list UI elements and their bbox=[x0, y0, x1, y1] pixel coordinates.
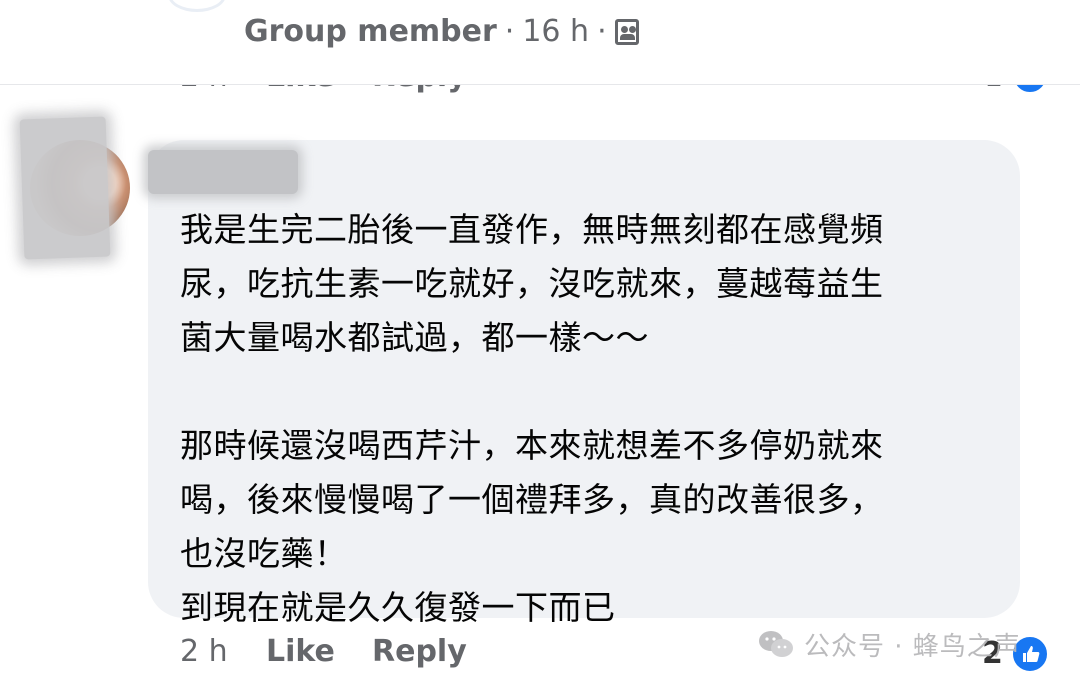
previous-comment-actions: 2 h Like Reply 1 bbox=[0, 85, 1080, 99]
poster-avatar[interactable] bbox=[168, 0, 226, 12]
like-button[interactable]: Like bbox=[266, 630, 335, 674]
comment-body: 我是生完二胎後一直發作，無時無刻都在感覺頻 尿，吃抗生素一吃就好，沒吃就來，蔓越… bbox=[180, 210, 884, 627]
meta-separator: · bbox=[504, 14, 515, 49]
comment-time[interactable]: 2 h bbox=[180, 630, 228, 674]
post-time[interactable]: 16 h bbox=[522, 12, 589, 52]
member-role: Group member bbox=[244, 14, 497, 49]
previous-like-button[interactable]: Like bbox=[266, 85, 335, 94]
reply-button[interactable]: Reply bbox=[372, 630, 467, 674]
meta-separator: · bbox=[597, 14, 607, 49]
wechat-icon bbox=[758, 629, 794, 659]
like-reaction-icon bbox=[1011, 85, 1049, 95]
post-header: Group member · 16 h · bbox=[0, 0, 1080, 85]
group-icon bbox=[614, 19, 639, 45]
watermark: 公众号 · 蜂鸟之声 bbox=[758, 624, 1021, 664]
previous-reaction-count[interactable]: 1 bbox=[984, 85, 1003, 94]
avatar-redaction bbox=[19, 116, 111, 260]
previous-reply-button[interactable]: Reply bbox=[372, 85, 467, 94]
watermark-text: 公众号 · 蜂鸟之声 bbox=[804, 631, 1021, 662]
post-meta: Group member · 16 h · bbox=[244, 12, 639, 52]
commenter-name-redaction bbox=[148, 150, 298, 194]
previous-comment-time[interactable]: 2 h bbox=[180, 85, 228, 94]
